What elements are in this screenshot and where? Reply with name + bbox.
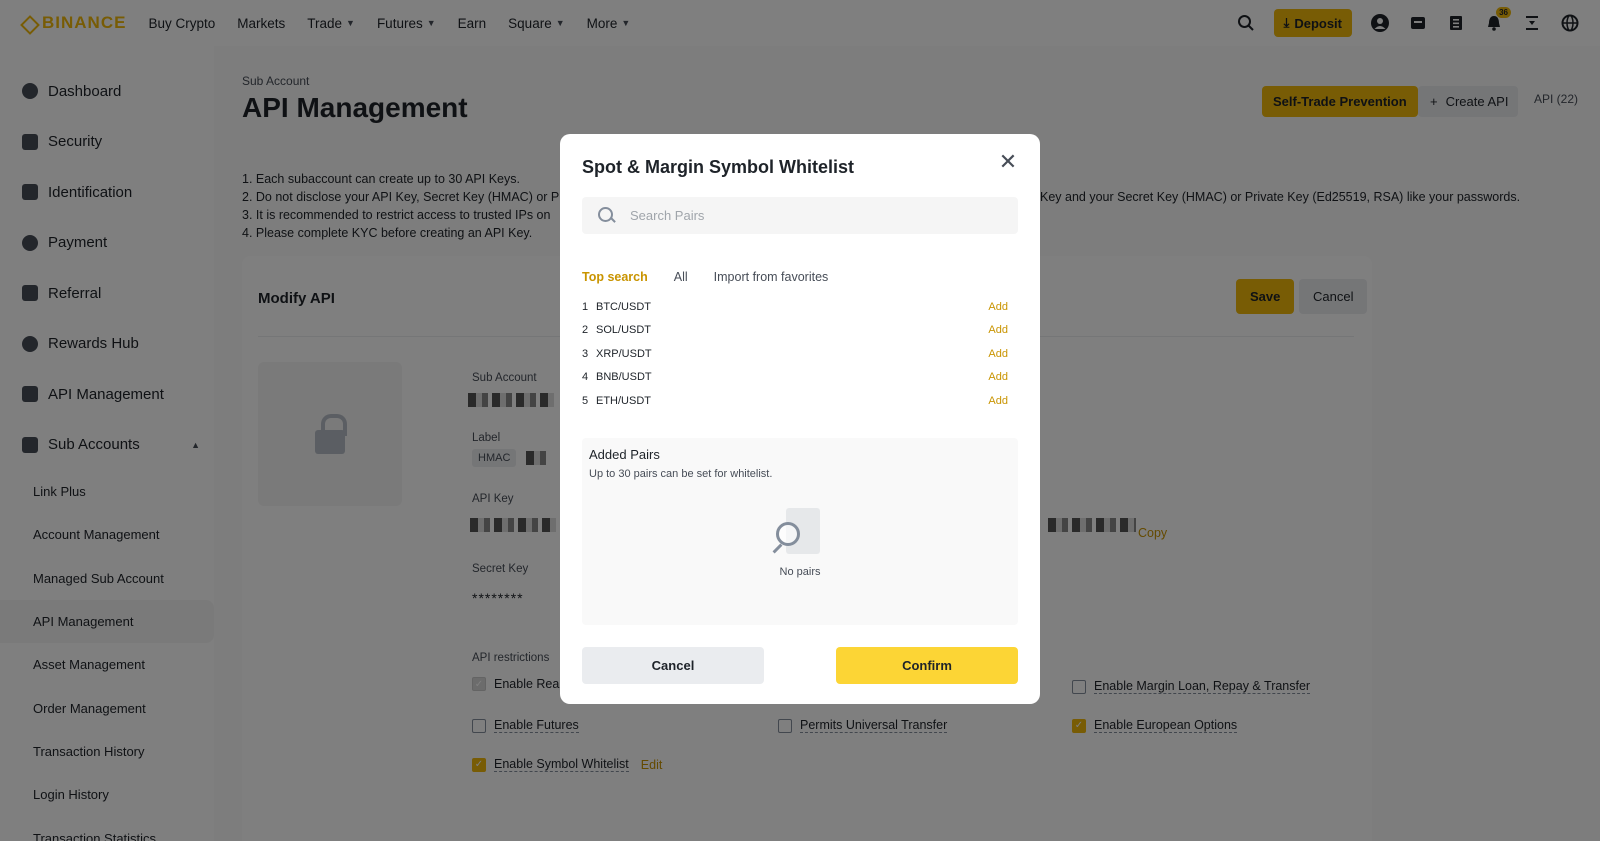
list-item: 5 ETH/USDT Add xyxy=(582,389,1018,413)
pair-symbol: SOL/USDT xyxy=(596,324,652,337)
add-pair-button[interactable]: Add xyxy=(988,371,1008,383)
close-icon[interactable]: ✕ xyxy=(998,151,1018,173)
top-search-pair-list: 1 BTC/USDT Add 2 SOL/USDT Add 3 XRP/USDT… xyxy=(582,295,1018,413)
pair-rank: 2 xyxy=(582,324,589,337)
modal-cancel-button[interactable]: Cancel xyxy=(582,647,764,684)
added-pairs-subtitle: Up to 30 pairs can be set for whitelist. xyxy=(589,468,773,480)
tab-all[interactable]: All xyxy=(674,270,688,284)
pair-symbol: BTC/USDT xyxy=(596,300,651,313)
tab-import-from-favorites[interactable]: Import from favorites xyxy=(714,270,829,284)
list-item: 2 SOL/USDT Add xyxy=(582,319,1018,343)
modal-title: Spot & Margin Symbol Whitelist xyxy=(582,157,855,177)
pair-rank: 4 xyxy=(582,371,589,384)
add-pair-button[interactable]: Add xyxy=(988,348,1008,360)
pair-symbol: ETH/USDT xyxy=(596,394,651,407)
list-item: 1 BTC/USDT Add xyxy=(582,295,1018,319)
empty-search-icon xyxy=(772,508,828,560)
pair-rank: 3 xyxy=(582,347,589,360)
added-pairs-title: Added Pairs xyxy=(589,447,660,462)
add-pair-button[interactable]: Add xyxy=(988,395,1008,407)
empty-state-text: No pairs xyxy=(779,566,821,578)
list-item: 3 XRP/USDT Add xyxy=(582,342,1018,366)
search-icon xyxy=(598,206,616,225)
pair-tabs: Top search All Import from favorites xyxy=(582,270,828,284)
magnifier-handle xyxy=(772,543,783,554)
search-pairs-input[interactable] xyxy=(630,208,990,223)
search-pairs-box xyxy=(582,197,1018,234)
list-item: 4 BNB/USDT Add xyxy=(582,366,1018,390)
add-pair-button[interactable]: Add xyxy=(988,301,1008,313)
pair-symbol: BNB/USDT xyxy=(596,371,652,384)
add-pair-button[interactable]: Add xyxy=(988,324,1008,336)
pair-rank: 5 xyxy=(582,394,589,407)
pair-rank: 1 xyxy=(582,300,589,313)
pair-symbol: XRP/USDT xyxy=(596,347,652,360)
symbol-whitelist-modal: Spot & Margin Symbol Whitelist ✕ Top sea… xyxy=(560,134,1040,704)
modal-confirm-button[interactable]: Confirm xyxy=(836,647,1018,684)
tab-top-search[interactable]: Top search xyxy=(582,270,648,284)
added-pairs-panel: Added Pairs Up to 30 pairs can be set fo… xyxy=(582,438,1018,625)
